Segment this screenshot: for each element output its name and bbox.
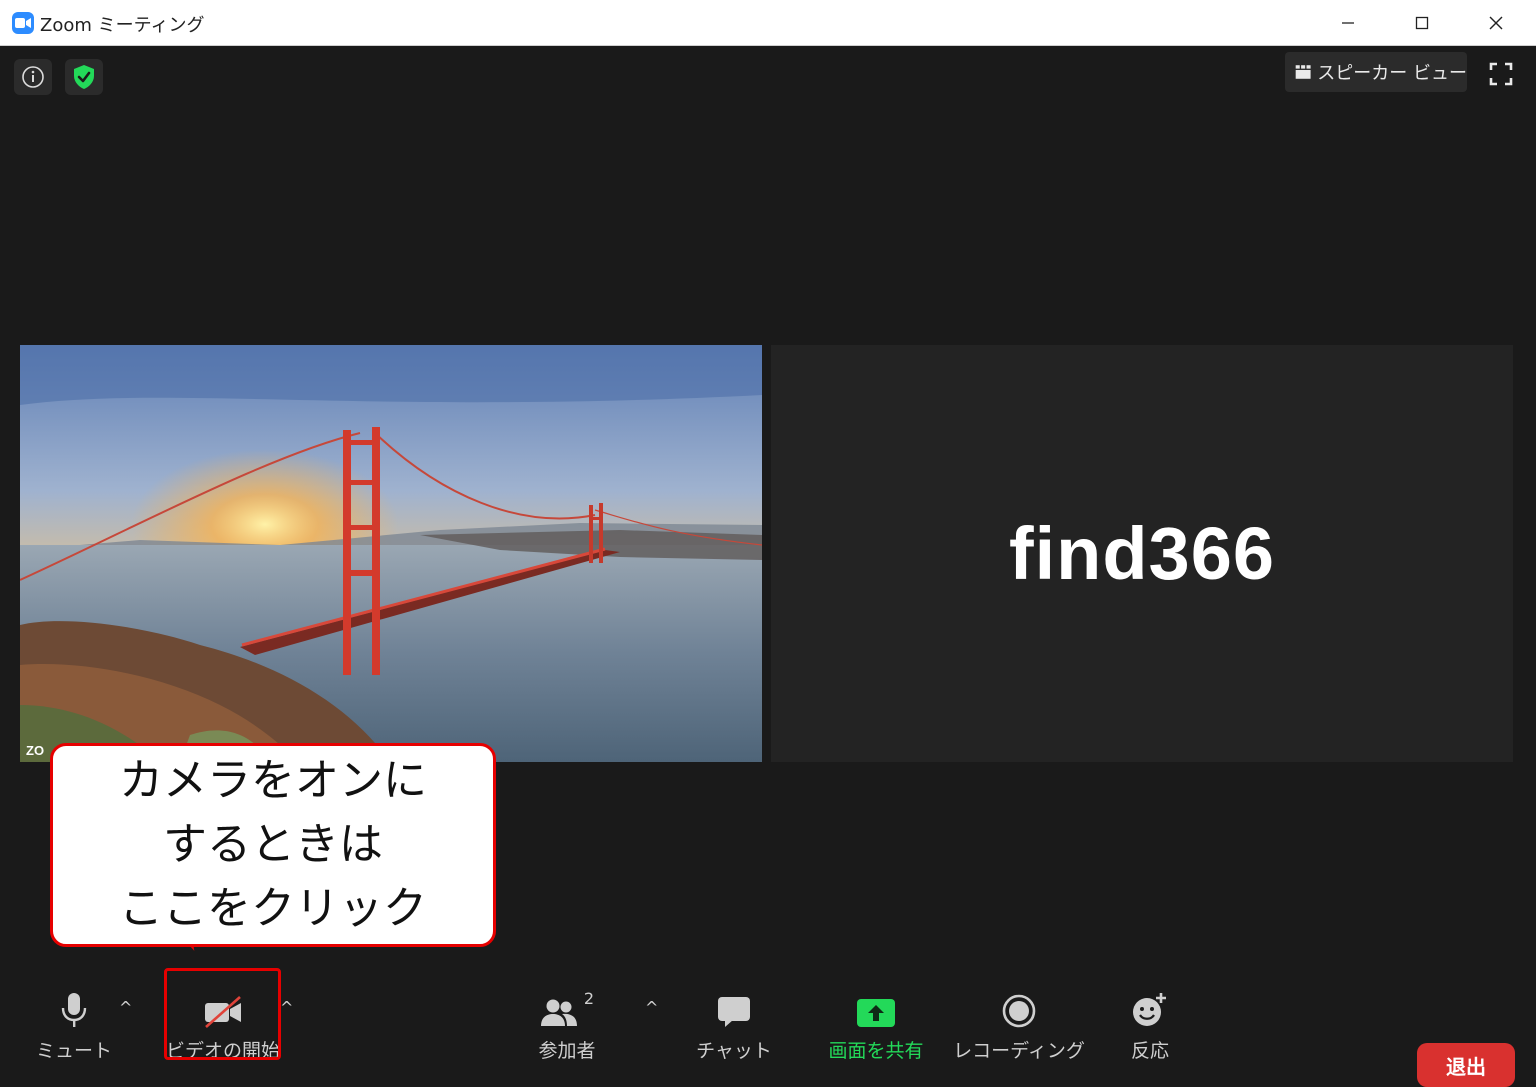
- recording-label: レコーディング: [953, 1040, 1085, 1062]
- video-button-highlight: [164, 968, 281, 1060]
- video-options-caret[interactable]: ^: [280, 998, 293, 1017]
- microphone-icon: [61, 993, 87, 1027]
- meeting-area: スピーカー ビュー ZO find366 カメラをオンに するときは ここをクリ…: [0, 46, 1536, 1087]
- callout-line-1: カメラをオンに: [119, 755, 427, 806]
- speaker-view-button[interactable]: スピーカー ビュー: [1285, 52, 1467, 92]
- share-screen-icon: [857, 999, 895, 1027]
- participants-label: 参加者: [538, 1040, 596, 1062]
- participants-options-caret[interactable]: ^: [645, 998, 658, 1017]
- info-icon: [22, 66, 44, 88]
- maximize-button[interactable]: [1386, 0, 1458, 46]
- reactions-button[interactable]: 反応: [1125, 986, 1175, 1063]
- golden-gate-bridge-video: [20, 345, 762, 762]
- callout-line-3: ここをクリック: [119, 883, 427, 934]
- grid-view-icon: [1295, 65, 1311, 79]
- meeting-info-button[interactable]: [14, 59, 52, 95]
- reactions-label: 反応: [1130, 1040, 1169, 1062]
- security-shield-button[interactable]: [65, 59, 103, 95]
- minimize-button[interactable]: [1312, 0, 1384, 46]
- audio-options-caret[interactable]: ^: [119, 998, 132, 1017]
- participant-name: find366: [1008, 512, 1276, 595]
- leave-meeting-button[interactable]: 退出: [1417, 1043, 1515, 1087]
- video-tile-self[interactable]: ZO: [20, 345, 762, 762]
- speaker-view-label: スピーカー ビュー: [1317, 63, 1467, 84]
- recording-button[interactable]: レコーディング: [953, 986, 1085, 1063]
- emoji-plus-icon: [1133, 993, 1166, 1026]
- fullscreen-icon: [1489, 62, 1513, 86]
- mute-label: ミュート: [36, 1040, 113, 1062]
- video-tile-participant[interactable]: find366: [771, 345, 1513, 762]
- participants-button[interactable]: 2 参加者: [532, 986, 602, 1063]
- shield-check-icon: [74, 65, 94, 89]
- window-title: Zoom ミーティング: [40, 15, 205, 36]
- chat-bubble-icon: [718, 997, 750, 1027]
- chat-label: チャット: [696, 1040, 772, 1062]
- fullscreen-button[interactable]: [1484, 57, 1518, 91]
- share-screen-button[interactable]: 画面を共有: [826, 986, 926, 1063]
- record-icon: [1002, 994, 1036, 1028]
- window-titlebar: Zoom ミーティング: [0, 0, 1536, 46]
- mute-button[interactable]: ミュート: [36, 986, 112, 1063]
- participants-count: 2: [583, 989, 595, 1008]
- participants-icon: [540, 999, 577, 1026]
- share-screen-label: 画面を共有: [828, 1040, 924, 1062]
- instruction-callout: カメラをオンに するときは ここをクリック: [50, 743, 496, 947]
- chat-button[interactable]: チャット: [696, 986, 772, 1063]
- close-button[interactable]: [1460, 0, 1532, 46]
- callout-line-2: するときは: [163, 819, 383, 870]
- zoom-app-icon: [12, 12, 34, 34]
- tile-self-name: ZO: [26, 743, 45, 758]
